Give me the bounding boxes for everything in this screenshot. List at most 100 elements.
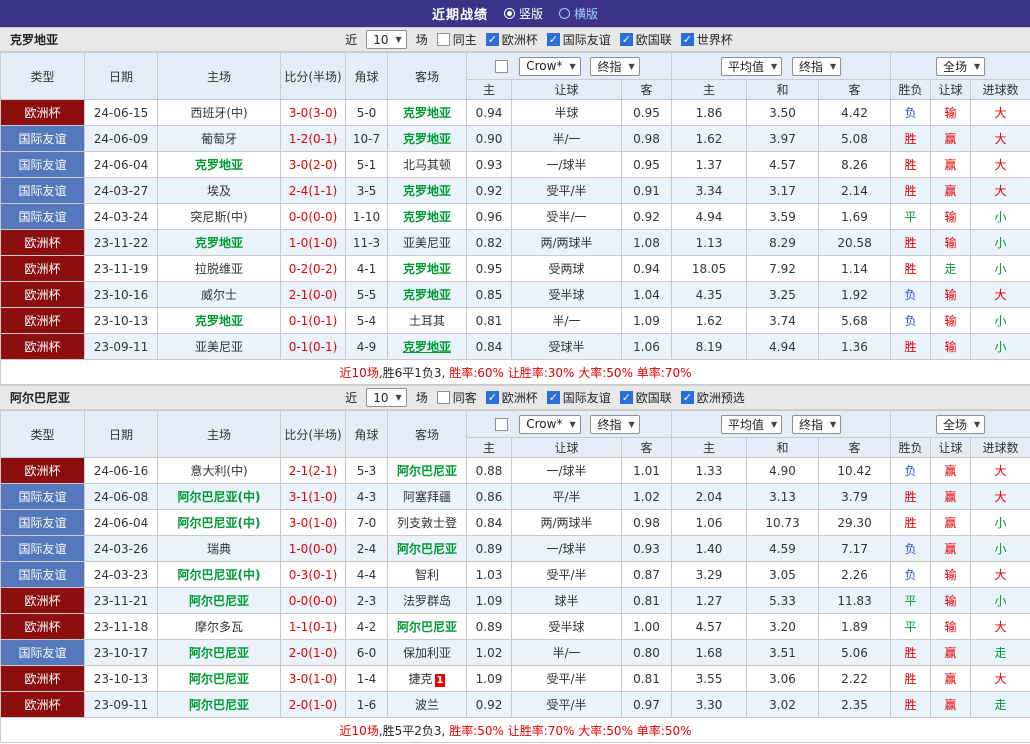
asia-home-odds: 0.86: [466, 483, 512, 510]
home-team-name[interactable]: 克罗地亚: [195, 158, 243, 172]
euro-away-odds: 2.26: [818, 561, 892, 588]
competition-type: 欧洲杯: [0, 307, 85, 334]
asia-handicap-line: 受平/半: [511, 177, 622, 204]
home-team-name[interactable]: 阿尔巴尼亚(中): [178, 490, 261, 504]
euro-draw-odds: 10.73: [746, 509, 820, 536]
away-team-name[interactable]: 克罗地亚: [403, 262, 451, 276]
home-team-name: 威尔士: [200, 288, 237, 302]
competition-filter-2[interactable]: 欧国联: [619, 389, 672, 406]
asia-source-select[interactable]: Crow* ▼: [519, 56, 581, 76]
asia-odds-checkbox[interactable]: [495, 59, 509, 73]
same-venue-checkbox[interactable]: 同客: [436, 389, 477, 406]
home-team-name[interactable]: 克罗地亚: [195, 314, 243, 328]
euro-draw-odds: 3.13: [746, 483, 820, 510]
asia-home-odds: 0.94: [466, 99, 512, 126]
radio-selected-icon: [503, 8, 515, 19]
scope-select[interactable]: 全场 ▼: [935, 414, 986, 434]
col-corner: 角球: [345, 52, 388, 100]
matches-table: 类型 日期 主场 比分(半场) 角球 客场 Crow* ▼ 终指 ▼ 平均值 ▼ 终指…: [0, 52, 1030, 385]
competition-filter-1[interactable]: 国际友谊: [546, 31, 611, 48]
match-score: 1-1(0-1): [280, 613, 346, 640]
euro-source-select[interactable]: 平均值 ▼: [720, 56, 783, 76]
competition-filter-3[interactable]: 世界杯: [680, 31, 733, 48]
asia-home-odds: 0.93: [466, 151, 512, 178]
asia-time-select[interactable]: 终指 ▼: [590, 56, 640, 76]
match-date: 23-11-19: [84, 255, 158, 282]
asia-source-select[interactable]: Crow* ▼: [519, 414, 581, 434]
match-date: 23-11-21: [84, 587, 158, 614]
away-team-name[interactable]: 克罗地亚: [403, 132, 451, 146]
home-team-name[interactable]: 阿尔巴尼亚(中): [178, 568, 261, 582]
recent-count-select[interactable]: 10 ▼: [366, 30, 407, 49]
away-team-name[interactable]: 克罗地亚: [403, 106, 451, 120]
filter-controls: 近 10 ▼ 场 同客 欧洲杯 国际友谊 欧国联 欧洲预选: [345, 388, 745, 407]
col-away: 客场: [387, 52, 467, 100]
corner-count: 5-1: [345, 151, 388, 178]
match-result: 负: [890, 281, 932, 308]
home-team-name[interactable]: 阿尔巴尼亚: [189, 646, 249, 660]
euro-time-select[interactable]: 终指 ▼: [791, 56, 842, 76]
asia-handicap-line: 平/半: [511, 483, 622, 510]
euro-draw-odds: 3.25: [746, 281, 820, 308]
euro-home-odds: 1.33: [671, 457, 748, 484]
away-team-name[interactable]: 阿尔巴尼亚: [397, 542, 457, 556]
euro-home-odds: 1.27: [671, 587, 748, 614]
col-euro-draw: 和: [746, 437, 820, 458]
euro-home-odds: 1.06: [671, 509, 748, 536]
euro-time-select[interactable]: 终指 ▼: [791, 414, 842, 434]
asia-time-select[interactable]: 终指 ▼: [590, 414, 640, 434]
away-team-name[interactable]: 阿尔巴尼亚: [397, 620, 457, 634]
match-row: 欧洲杯 23-11-19 拉脱维亚 0-2(0-2) 4-1 克罗地亚 0.95 受两球 0.9…: [0, 255, 1030, 282]
competition-filter-0[interactable]: 欧洲杯: [485, 31, 538, 48]
recent-count-select[interactable]: 10 ▼: [366, 388, 407, 407]
asia-home-odds: 0.88: [466, 457, 512, 484]
view-mode-horizontal[interactable]: 横版: [559, 5, 598, 22]
euro-away-odds: 1.89: [818, 613, 892, 640]
match-result: 胜: [890, 125, 932, 152]
away-team-name[interactable]: 克罗地亚: [403, 340, 451, 354]
corner-count: 1-4: [345, 665, 388, 692]
view-mode-vertical[interactable]: 竖版: [503, 5, 543, 22]
col-asia-home: 主: [466, 79, 512, 100]
same-venue-checkbox[interactable]: 同主: [436, 31, 477, 48]
home-team-name[interactable]: 阿尔巴尼亚(中): [178, 516, 261, 530]
checkbox-checked-icon: [680, 33, 694, 46]
competition-filter-0[interactable]: 欧洲杯: [485, 389, 538, 406]
away-team-name[interactable]: 克罗地亚: [403, 184, 451, 198]
asia-handicap-line: 一/球半: [511, 535, 622, 562]
col-goals: 进球数: [970, 437, 1030, 458]
euro-away-odds: 1.36: [818, 333, 892, 360]
asia-odds-controls: Crow* ▼ 终指 ▼: [465, 410, 673, 438]
euro-away-odds: 5.68: [818, 307, 892, 334]
goals-result: 大: [970, 561, 1030, 588]
competition-filter-2[interactable]: 欧国联: [619, 31, 672, 48]
col-home: 主场: [157, 52, 281, 100]
home-team-name[interactable]: 阿尔巴尼亚: [189, 698, 249, 712]
away-team-name[interactable]: 克罗地亚: [403, 210, 451, 224]
home-team-cell: 埃及: [157, 177, 281, 204]
euro-source-select[interactable]: 平均值 ▼: [720, 414, 783, 434]
match-row: 国际友谊 24-03-27 埃及 2-4(1-1) 3-5 克罗地亚 0.92 受平/半 0.9…: [0, 177, 1030, 204]
away-team-cell: 保加利亚: [387, 639, 467, 666]
away-team-name[interactable]: 阿尔巴尼亚: [397, 464, 457, 478]
away-team-name[interactable]: 克罗地亚: [403, 288, 451, 302]
competition-filter-3[interactable]: 欧洲预选: [680, 389, 745, 406]
match-score: 0-0(0-0): [280, 203, 346, 230]
competition-filter-1[interactable]: 国际友谊: [546, 389, 611, 406]
euro-home-odds: 4.94: [671, 203, 748, 230]
home-team-name[interactable]: 阿尔巴尼亚: [189, 594, 249, 608]
home-team-cell: 摩尔多瓦: [157, 613, 281, 640]
scope-select[interactable]: 全场 ▼: [935, 56, 986, 76]
asia-away-odds: 1.09: [620, 307, 673, 334]
handicap-result: 输: [930, 229, 972, 256]
asia-odds-checkbox[interactable]: [495, 417, 509, 431]
match-score: 3-1(1-0): [280, 483, 346, 510]
asia-home-odds: 0.89: [466, 535, 512, 562]
home-team-name[interactable]: 克罗地亚: [195, 236, 243, 250]
asia-away-odds: 1.06: [620, 333, 673, 360]
asia-handicap-line: 受半球: [511, 281, 622, 308]
corner-count: 11-3: [345, 229, 388, 256]
match-score: 1-0(0-0): [280, 535, 346, 562]
col-result: 胜负: [890, 437, 932, 458]
home-team-name[interactable]: 阿尔巴尼亚: [189, 672, 249, 686]
